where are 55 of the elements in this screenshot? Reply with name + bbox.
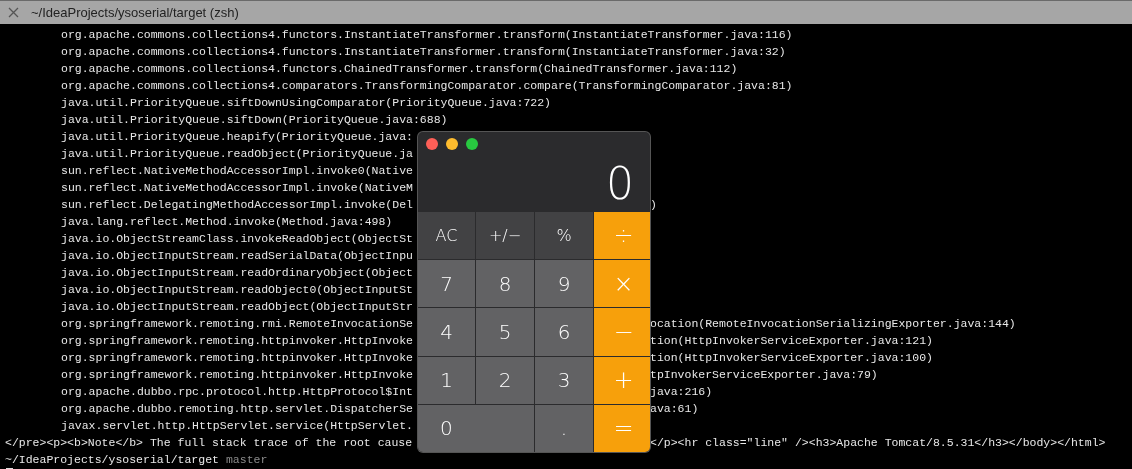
minimize-icon[interactable] <box>446 138 458 150</box>
terminal-line: java.io.ObjectInputStream.readObject0(ObjectInputSt <box>61 282 413 298</box>
terminal-line: javax.servlet.http.HttpServlet.service(HttpServlet. <box>61 418 413 434</box>
terminal-line: org.springframework.remoting.httpinvoker.HttpInvoke <box>61 333 413 349</box>
calculator-key[interactable]: 9 <box>535 260 593 308</box>
calculator-key[interactable]: 1 <box>418 356 475 404</box>
calculator-key[interactable]: AC <box>418 212 475 260</box>
close-icon[interactable] <box>8 7 19 18</box>
calculator-key[interactable]: 7 <box>418 260 475 308</box>
terminal-line: java.lang.reflect.Method.invoke(Method.java:498) <box>61 214 393 230</box>
window-title: ~/IdeaProjects/ysoserial/target (zsh) <box>31 5 239 20</box>
zoom-icon[interactable] <box>466 138 478 150</box>
terminal-line: org.apache.dubbo.remoting.http.servlet.DispatcherSe <box>61 401 413 417</box>
terminal-line: java.io.ObjectInputStream.readSerialData(ObjectInpu <box>61 248 413 264</box>
terminal-line: org.springframework.remoting.httpinvoker.HttpInvoke <box>61 350 413 366</box>
calculator-key[interactable]: +/− <box>476 212 534 260</box>
terminal-line: sun.reflect.NativeMethodAccessorImpl.invoke0(Native <box>61 163 413 179</box>
terminal-line: org.springframework.remoting.rmi.RemoteInvocationSe <box>61 316 413 332</box>
calculator-key[interactable]: % <box>535 212 593 260</box>
calculator-key[interactable]: 0 <box>418 404 534 452</box>
calculator-key[interactable]: 2 <box>476 356 534 404</box>
calculator-key[interactable]: 8 <box>476 260 534 308</box>
terminal-line: java.util.PriorityQueue.readObject(PriorityQueue.ja <box>61 146 413 162</box>
terminal-line: java:216) <box>650 384 713 400</box>
terminal-line: tpInvokerServiceExporter.java:79) <box>650 367 878 383</box>
terminal-line: java.io.ObjectStreamClass.invokeReadObject(ObjectSt <box>61 231 413 247</box>
git-branch: master <box>225 452 268 468</box>
terminal-line: org.apache.commons.collections4.comparators.TransformingComparator.compare(TransformingComparator.java:81) <box>61 78 793 94</box>
terminal-line: org.apache.commons.collections4.functors.InstantiateTransformer.transform(InstantiateTransformer.java:32) <box>61 44 786 60</box>
terminal-line: org.apache.commons.collections4.functors.InstantiateTransformer.transform(InstantiateTransformer.java:116) <box>61 27 793 43</box>
calculator-key[interactable]: 4 <box>418 308 475 356</box>
terminal-line: ) <box>650 197 657 213</box>
terminal-line: </p><hr class="line" /><h3>Apache Tomcat/8.5.31</h3></body></html> <box>650 435 1106 451</box>
calculator-key[interactable]: 3 <box>535 356 593 404</box>
terminal-line: java.util.PriorityQueue.heapify(PriorityQueue.java: <box>61 129 413 145</box>
terminal-line: ava:61) <box>650 401 699 417</box>
calculator-key[interactable]: 5 <box>476 308 534 356</box>
terminal-line: sun.reflect.NativeMethodAccessorImpl.invoke(NativeM <box>61 180 413 196</box>
close-icon[interactable] <box>426 138 438 150</box>
terminal-line: java.io.ObjectInputStream.readOrdinaryObject(Object <box>61 265 413 281</box>
terminal-line: tion(HttpInvokerServiceExporter.java:121) <box>650 333 933 349</box>
terminal-line: org.apache.dubbo.rpc.protocol.http.HttpProtocol$Int <box>61 384 413 400</box>
terminal-line: org.apache.commons.collections4.functors.ChainedTransformer.transform(ChainedTransformer.java:112) <box>61 61 738 77</box>
prompt-path: ~/IdeaProjects/ysoserial/target <box>5 452 219 468</box>
calculator-key[interactable]: 6 <box>535 308 593 356</box>
terminal-line: java.util.PriorityQueue.siftDown(PriorityQueue.java:688) <box>61 112 448 128</box>
terminal-line: </pre><p><b>Note</b> The full stack trace of the root cause <box>5 435 413 451</box>
terminal-line: sun.reflect.DelegatingMethodAccessorImpl.invoke(Del <box>61 197 413 213</box>
calculator-display: 0 <box>606 158 634 209</box>
terminal-line: java.io.ObjectInputStream.readObject(ObjectInputStr <box>61 299 413 315</box>
terminal-line: org.springframework.remoting.httpinvoker.HttpInvoke <box>61 367 413 383</box>
terminal-line: ocation(RemoteInvocationSerializingExporter.java:144) <box>650 316 1016 332</box>
terminal-line: tion(HttpInvokerServiceExporter.java:100) <box>650 350 933 366</box>
calculator-key[interactable]: . <box>535 404 593 452</box>
terminal-line: java.util.PriorityQueue.siftDownUsingComparator(PriorityQueue.java:722) <box>61 95 551 111</box>
